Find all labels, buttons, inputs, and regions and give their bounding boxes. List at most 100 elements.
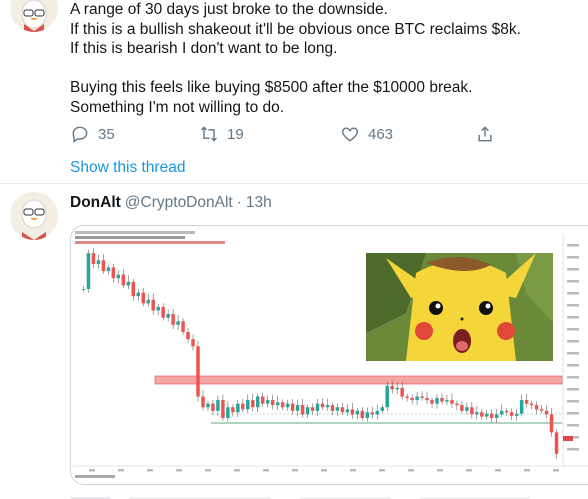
candle-body [126,281,131,286]
chart-footer-text [75,475,115,478]
price-tick-label [567,268,579,271]
candle-body [206,403,210,408]
candle-body [499,410,504,415]
candle-body [256,396,260,408]
candle-body [460,405,464,411]
media-image[interactable] [70,225,588,485]
price-tick-label [567,304,579,307]
candle-body [236,403,240,413]
candle-body [270,400,275,406]
price-tick-label [567,280,579,283]
like-button[interactable]: 463 [340,122,393,146]
candle-body [216,400,220,411]
candle-body [410,397,414,401]
timestamp[interactable]: 13h [246,194,272,212]
author-name[interactable]: DonAlt [70,194,121,212]
like-count: 463 [368,125,394,143]
candle-body [360,410,365,418]
time-tick-label [408,469,414,472]
candle-body [241,403,245,410]
candle-body [365,412,370,418]
candle-body [539,409,544,411]
candle-body [201,396,205,408]
candle-body [470,407,474,415]
candle-body [495,414,499,418]
retweet-count: 19 [227,125,244,143]
time-tick-label [321,469,327,472]
time-tick-label [147,469,153,472]
candle-body [335,407,340,411]
candle-body [420,396,424,398]
candle-body [181,321,185,332]
candle-body [86,253,91,289]
candle-body [320,403,325,408]
price-tick-label [567,424,579,427]
candle-body [146,299,150,304]
price-tick-label [567,352,579,355]
candle-body [375,410,380,415]
candle-body [514,413,519,416]
candle-body [529,403,534,406]
candle-body [191,339,195,347]
candle-body [156,306,160,311]
candle-body [221,400,225,418]
candle-body [186,332,190,340]
heart-icon [342,127,358,142]
time-tick-label [524,469,530,472]
candle-body [211,403,215,411]
candle-body [524,400,529,404]
candle-body [350,409,355,415]
candle-body [519,400,524,414]
candle-body [405,396,409,398]
candle-body [251,400,255,408]
candle-body [246,400,250,410]
candle-body [226,407,230,418]
avatar[interactable] [10,0,58,32]
candle-body [485,413,489,417]
author-handle[interactable]: @CryptoDonAlt [125,194,233,212]
candle-body [380,407,384,411]
price-tick-label [567,244,579,247]
candle-body [111,267,116,279]
candle-body [151,299,155,311]
candle-body [106,267,111,272]
candle-body [101,260,106,272]
candle-body [345,409,350,413]
show-thread-link[interactable]: Show this thread [70,159,185,177]
price-tick-label [567,448,579,451]
reply-count: 35 [98,125,115,143]
avatar[interactable] [10,192,58,240]
candle-body [116,274,121,279]
candle-body [340,407,345,413]
candle-body [300,405,305,415]
candle-body [554,432,559,454]
candle-body [355,410,360,415]
retweet-button[interactable]: 19 [199,122,244,146]
candle-body [81,289,86,290]
candle-body [285,403,290,408]
share-button[interactable] [475,122,495,146]
candle-body [166,314,170,318]
price-tick-label [567,340,579,343]
retweet-icon [200,126,218,142]
candle-body [445,400,449,402]
candle-body [91,253,96,264]
candle-body [330,405,335,411]
surprised-pikachu-meme [366,253,553,361]
candle-body [450,400,454,404]
time-tick-label [437,469,443,472]
time-tick-label [495,469,501,472]
reply-button[interactable]: 35 [70,122,115,146]
price-tick-label [567,256,579,259]
candle-body [265,400,270,404]
candle-body [475,412,479,415]
tweet-actions: 35 19 463 [70,122,500,146]
time-tick-label [466,469,472,472]
candle-body [490,413,494,418]
candle-body [131,281,136,297]
candle-body [310,407,315,411]
candle-body [544,410,549,415]
candle-body [96,260,101,264]
candle-body [370,412,375,415]
resistance-zone [154,375,563,385]
